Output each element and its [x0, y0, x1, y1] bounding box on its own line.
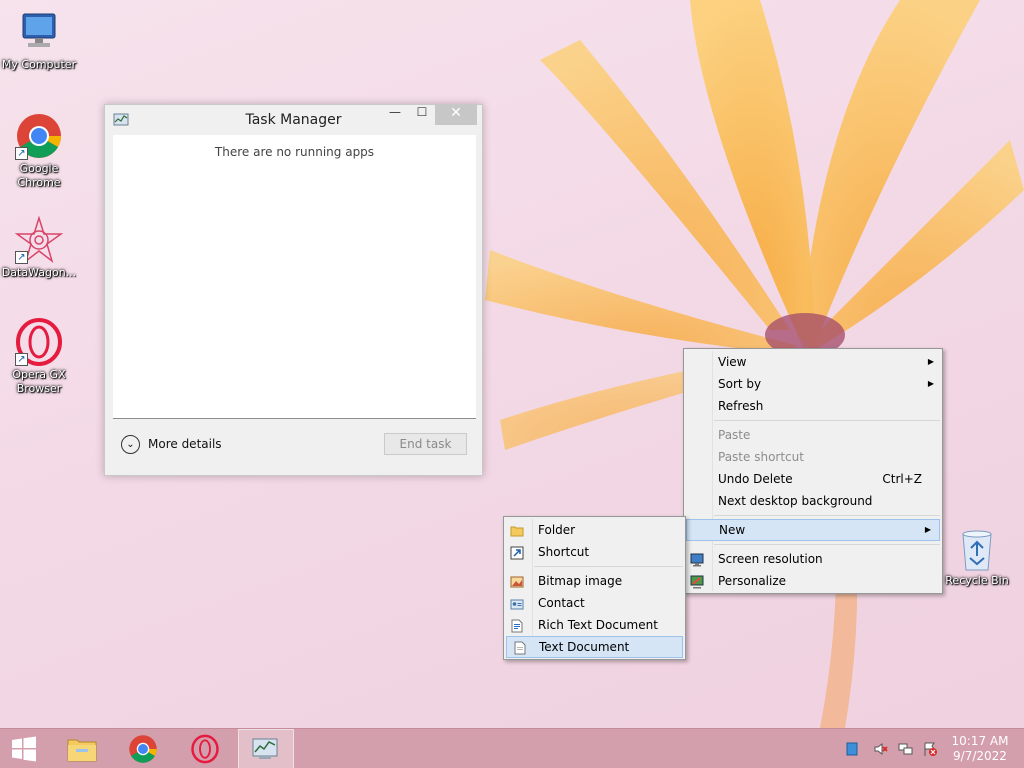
minimize-button[interactable]: — — [381, 105, 409, 125]
no-apps-message: There are no running apps — [214, 145, 375, 159]
taskbar-task-manager[interactable] — [238, 729, 294, 768]
action-center-flag-icon[interactable] — [844, 741, 860, 757]
submenu-item-text-document[interactable]: Text Document — [506, 636, 683, 658]
shortcut-arrow-icon: ↗ — [15, 147, 28, 160]
personalize-icon — [690, 574, 704, 589]
task-manager-window: Task Manager — ☐ ✕ There are no running … — [104, 104, 483, 476]
taskbar-file-explorer[interactable] — [54, 729, 110, 768]
clock-time: 10:17 AM — [951, 734, 1009, 748]
monitor-icon — [690, 552, 704, 567]
menu-item-personalize[interactable]: Personalize — [684, 570, 942, 592]
chrome-icon — [129, 735, 157, 763]
menu-separator — [684, 541, 942, 548]
menu-item-paste-shortcut[interactable]: Paste shortcut — [684, 446, 942, 468]
rich-text-document-icon — [510, 618, 524, 633]
submenu-item-contact[interactable]: Contact — [504, 592, 685, 614]
desktop-icon-opera-gx[interactable]: ↗ Opera GX Browser — [0, 318, 78, 396]
volume-muted-icon[interactable] — [873, 741, 889, 757]
computer-icon — [15, 8, 63, 56]
clock-date: 9/7/2022 — [953, 749, 1007, 763]
menu-separator — [684, 512, 942, 519]
submenu-arrow-icon: ▶ — [927, 379, 934, 388]
contact-card-icon — [510, 596, 524, 610]
menu-item-screen-resolution[interactable]: Screen resolution — [684, 548, 942, 570]
more-details-button[interactable]: ⌄ More details — [121, 434, 222, 454]
undo-shortcut-text: Ctrl+Z — [882, 472, 922, 486]
menu-item-paste[interactable]: Paste — [684, 424, 942, 446]
text-document-icon — [513, 641, 527, 655]
shortcut-icon — [510, 545, 524, 560]
flag-error-icon[interactable] — [922, 741, 938, 757]
menu-item-view[interactable]: View ▶ — [684, 351, 942, 373]
desktop-icon-my-computer[interactable]: My Computer — [0, 8, 78, 72]
shortcut-arrow-icon: ↗ — [15, 251, 28, 264]
desktop-icon-recycle-bin[interactable]: Recycle Bin — [942, 528, 1012, 587]
desktop-icon-google-chrome[interactable]: ↗ Google Chrome — [0, 112, 78, 190]
bitmap-image-icon — [510, 574, 524, 588]
submenu-item-folder[interactable]: Folder — [504, 519, 685, 541]
chevron-down-icon: ⌄ — [121, 434, 140, 454]
submenu-item-rich-text-document[interactable]: Rich Text Document — [504, 614, 685, 636]
menu-item-new[interactable]: New ▶ — [686, 519, 940, 541]
menu-item-sort-by[interactable]: Sort by ▶ — [684, 373, 942, 395]
folder-icon — [510, 523, 524, 537]
network-icon[interactable] — [898, 741, 914, 757]
menu-separator — [684, 417, 942, 424]
desktop-icon-label: Google Chrome — [17, 162, 61, 189]
taskbar-clock[interactable]: 10:17 AM 9/7/2022 — [942, 734, 1018, 764]
end-task-button[interactable]: End task — [384, 433, 467, 455]
taskbar-chrome[interactable] — [115, 729, 171, 768]
opera-gx-icon: ↗ — [15, 318, 63, 366]
desktop-icon-label: DataWagon... — [1, 266, 77, 279]
task-manager-titlebar[interactable]: Task Manager — ☐ ✕ — [105, 105, 482, 135]
desktop-context-menu: View ▶ Sort by ▶ Refresh Paste Paste sho… — [683, 348, 943, 594]
shortcut-arrow-icon: ↗ — [15, 353, 28, 366]
submenu-item-shortcut[interactable]: Shortcut — [504, 541, 685, 563]
new-submenu: Folder Shortcut Bitmap image Contact Ric… — [503, 516, 686, 660]
menu-item-next-desktop-background[interactable]: Next desktop background — [684, 490, 942, 512]
menu-separator — [504, 563, 685, 570]
close-button[interactable]: ✕ — [435, 105, 477, 125]
file-explorer-icon — [67, 739, 97, 762]
datawagon-star-icon: ↗ — [14, 215, 64, 264]
submenu-arrow-icon: ▶ — [927, 357, 934, 366]
submenu-arrow-icon: ▶ — [924, 525, 931, 534]
taskbar: 10:17 AM 9/7/2022 — [0, 728, 1024, 768]
opera-gx-icon — [191, 734, 219, 764]
start-button[interactable] — [0, 729, 48, 768]
recycle-bin-label: Recycle Bin — [945, 574, 1009, 587]
more-details-label: More details — [148, 437, 222, 451]
windows-logo-icon — [12, 736, 36, 762]
task-manager-icon — [252, 738, 278, 759]
recycle-bin-icon — [957, 528, 997, 572]
menu-item-refresh[interactable]: Refresh — [684, 395, 942, 417]
chrome-icon: ↗ — [15, 112, 63, 160]
taskbar-opera-gx[interactable] — [177, 729, 233, 768]
task-manager-app-list: There are no running apps — [113, 135, 476, 419]
desktop-icon-label: My Computer — [1, 58, 77, 71]
desktop-icon-label: Opera GX Browser — [12, 368, 66, 395]
maximize-button[interactable]: ☐ — [409, 105, 435, 125]
desktop-icon-datawagon[interactable]: ↗ DataWagon... — [0, 215, 78, 280]
menu-item-undo-delete[interactable]: Undo Delete Ctrl+Z — [684, 468, 942, 490]
submenu-item-bitmap-image[interactable]: Bitmap image — [504, 570, 685, 592]
